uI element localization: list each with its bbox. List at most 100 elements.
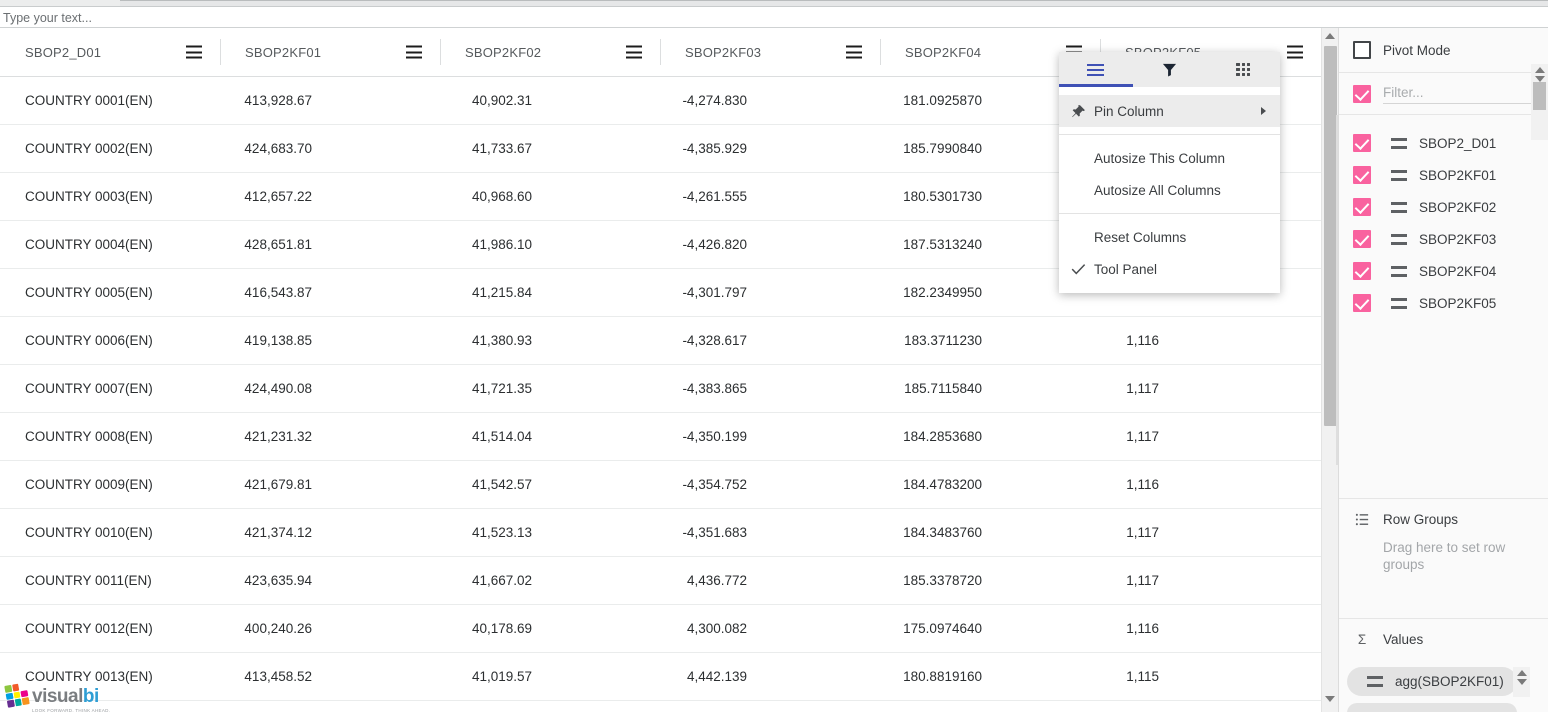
menu-item-label: Autosize All Columns bbox=[1094, 182, 1221, 198]
tab-general[interactable] bbox=[1059, 52, 1133, 87]
table-cell-sbop2kf02: 40,968.60 bbox=[471, 189, 532, 204]
table-cell-sbop2_d01: COUNTRY 0009(EN) bbox=[25, 477, 153, 492]
menu-item-label: Reset Columns bbox=[1094, 229, 1187, 245]
column-separator[interactable] bbox=[220, 39, 221, 65]
table-cell-sbop2kf02: 41,215.84 bbox=[471, 285, 532, 300]
table-row[interactable]: COUNTRY 0006(EN) 419,138.85 41,380.93 -4,32… bbox=[0, 317, 1321, 365]
table-cell-sbop2kf02: 41,019.57 bbox=[471, 669, 532, 684]
table-row[interactable]: COUNTRY 0008(EN) 421,231.32 41,514.04 -4,35… bbox=[0, 413, 1321, 461]
table-cell-sbop2kf05: 1,117 bbox=[1126, 381, 1159, 396]
hamburger-icon[interactable] bbox=[186, 45, 202, 59]
table-cell-sbop2kf01: 424,490.08 bbox=[244, 381, 312, 396]
value-chip-partial[interactable] bbox=[1347, 703, 1517, 712]
values-scroll-down-icon[interactable] bbox=[1516, 679, 1527, 685]
table-cell-sbop2kf05: 1,117 bbox=[1126, 525, 1159, 540]
tool-panel-scrollbar[interactable] bbox=[1531, 64, 1548, 140]
hamburger-icon[interactable] bbox=[406, 45, 422, 59]
values-inner-scrollbar[interactable] bbox=[1513, 667, 1530, 697]
column-toggle-sbop2kf03[interactable]: SBOP2KF03 bbox=[1339, 223, 1548, 255]
pivot-mode-row[interactable]: Pivot Mode bbox=[1339, 28, 1548, 73]
column-separator[interactable] bbox=[440, 39, 441, 65]
drag-handle-icon[interactable] bbox=[1391, 233, 1407, 245]
hamburger-icon[interactable] bbox=[1287, 45, 1303, 59]
table-row[interactable]: COUNTRY 0011(EN) 423,635.94 41,667.02 4,436… bbox=[0, 557, 1321, 605]
select-all-columns-checkbox[interactable] bbox=[1353, 84, 1371, 103]
hamburger-icon[interactable] bbox=[626, 45, 642, 59]
panel-scroll-up-icon[interactable] bbox=[1534, 67, 1545, 73]
column-toggle-sbop2kf01[interactable]: SBOP2KF01 bbox=[1339, 159, 1548, 191]
table-cell-sbop2kf04: 185.7115840 bbox=[904, 381, 982, 396]
menu-item-pin-column[interactable]: Pin Column bbox=[1059, 95, 1280, 127]
menu-item-tool-panel[interactable]: Tool Panel bbox=[1059, 253, 1280, 285]
top-strip-left bbox=[0, 0, 120, 7]
tab-columns[interactable] bbox=[1206, 52, 1280, 87]
table-cell-sbop2kf03: 4,436.772 bbox=[686, 573, 747, 588]
row-groups-section: Row Groups Drag here to set row groups bbox=[1339, 498, 1548, 618]
table-row[interactable]: COUNTRY 0010(EN) 421,374.12 41,523.13 -4,35… bbox=[0, 509, 1321, 557]
column-header-sbop2kf03[interactable]: SBOP2KF03 bbox=[660, 28, 880, 76]
table-cell-sbop2kf02: 40,178.69 bbox=[471, 621, 532, 636]
column-toggle-sbop2kf02[interactable]: SBOP2KF02 bbox=[1339, 191, 1548, 223]
menu-item-autosize-all-columns[interactable]: Autosize All Columns bbox=[1059, 174, 1280, 206]
menu-item-reset-columns[interactable]: Reset Columns bbox=[1059, 221, 1280, 253]
column-filter-input[interactable] bbox=[1383, 83, 1548, 104]
column-toggle-label: SBOP2KF05 bbox=[1419, 295, 1497, 311]
column-header-sbop2kf02[interactable]: SBOP2KF02 bbox=[440, 28, 660, 76]
menu-item-autosize-this-column[interactable]: Autosize This Column bbox=[1059, 142, 1280, 174]
pivot-mode-checkbox[interactable] bbox=[1353, 41, 1371, 59]
table-cell-sbop2_d01: COUNTRY 0004(EN) bbox=[25, 237, 153, 252]
table-cell-sbop2kf01: 412,657.22 bbox=[244, 189, 312, 204]
logo-tagline: LOOK FORWARD. THINK AHEAD. bbox=[32, 708, 111, 712]
column-toggle-sbop2_d01[interactable]: SBOP2_D01 bbox=[1339, 127, 1548, 159]
column-header-label: SBOP2KF01 bbox=[245, 44, 322, 60]
drag-handle-icon[interactable] bbox=[1391, 137, 1407, 149]
table-cell-sbop2_d01: COUNTRY 0007(EN) bbox=[25, 381, 153, 396]
row-groups-dropzone[interactable]: Drag here to set row groups bbox=[1339, 539, 1548, 573]
table-cell-sbop2kf01: 400,240.26 bbox=[244, 621, 312, 636]
type-your-text-input[interactable] bbox=[3, 9, 603, 26]
drag-handle-icon[interactable] bbox=[1391, 169, 1407, 181]
column-visibility-checkbox[interactable] bbox=[1353, 198, 1371, 216]
values-header: Σ Values bbox=[1339, 619, 1548, 659]
context-menu-divider bbox=[1059, 213, 1280, 214]
logo-bi-text: bi bbox=[82, 686, 99, 707]
drag-handle-icon[interactable] bbox=[1391, 265, 1407, 277]
table-cell-sbop2kf04: 183.3711230 bbox=[904, 333, 982, 348]
table-cell-sbop2kf03: 4,300.082 bbox=[686, 621, 747, 636]
value-chip-agg[interactable]: agg(SBOP2KF01) bbox=[1347, 667, 1517, 696]
column-separator[interactable] bbox=[660, 39, 661, 65]
table-row[interactable]: COUNTRY 0009(EN) 421,679.81 41,542.57 -4,35… bbox=[0, 461, 1321, 509]
panel-scrollbar-thumb[interactable] bbox=[1533, 82, 1546, 110]
column-toggle-sbop2kf05[interactable]: SBOP2KF05 bbox=[1339, 287, 1548, 319]
column-header-sbop2_d01[interactable]: SBOP2_D01 bbox=[0, 28, 220, 76]
row-group-icon bbox=[1353, 512, 1371, 527]
hamburger-icon[interactable] bbox=[846, 45, 862, 59]
scroll-down-arrow-icon[interactable] bbox=[1325, 696, 1336, 707]
logo-wordmark: visualbi bbox=[32, 687, 99, 706]
column-visibility-checkbox[interactable] bbox=[1353, 134, 1371, 152]
values-section: Σ Values agg(SBOP2KF01) bbox=[1339, 618, 1548, 712]
table-cell-sbop2_d01: COUNTRY 0011(EN) bbox=[25, 573, 152, 588]
column-visibility-checkbox[interactable] bbox=[1353, 230, 1371, 248]
values-scroll-up-icon[interactable] bbox=[1516, 670, 1527, 676]
tab-filter[interactable] bbox=[1133, 52, 1207, 87]
drag-handle-icon[interactable] bbox=[1391, 297, 1407, 309]
drag-handle-icon[interactable] bbox=[1367, 676, 1383, 687]
column-visibility-checkbox[interactable] bbox=[1353, 294, 1371, 312]
logo-cube-icon bbox=[4, 682, 30, 708]
table-cell-sbop2kf02: 41,380.93 bbox=[471, 333, 532, 348]
column-separator[interactable] bbox=[880, 39, 881, 65]
column-visibility-checkbox[interactable] bbox=[1353, 262, 1371, 280]
table-row[interactable]: COUNTRY 0007(EN) 424,490.08 41,721.35 -4,38… bbox=[0, 365, 1321, 413]
pivot-mode-label: Pivot Mode bbox=[1383, 42, 1451, 58]
drag-handle-icon[interactable] bbox=[1391, 201, 1407, 213]
scroll-up-arrow-icon[interactable] bbox=[1325, 33, 1336, 44]
column-toggle-sbop2kf04[interactable]: SBOP2KF04 bbox=[1339, 255, 1548, 287]
column-header-sbop2kf01[interactable]: SBOP2KF01 bbox=[220, 28, 440, 76]
column-visibility-checkbox[interactable] bbox=[1353, 166, 1371, 184]
visualbi-logo: visualbi LOOK FORWARD. THINK AHEAD. bbox=[4, 682, 110, 712]
table-row[interactable]: COUNTRY 0012(EN) 400,240.26 40,178.69 4,300… bbox=[0, 605, 1321, 653]
table-row[interactable]: COUNTRY 0013(EN) 413,458.52 41,019.57 4,442… bbox=[0, 653, 1321, 701]
table-cell-sbop2kf01: 413,458.52 bbox=[244, 669, 312, 684]
table-cell-sbop2kf02: 41,986.10 bbox=[471, 237, 532, 252]
